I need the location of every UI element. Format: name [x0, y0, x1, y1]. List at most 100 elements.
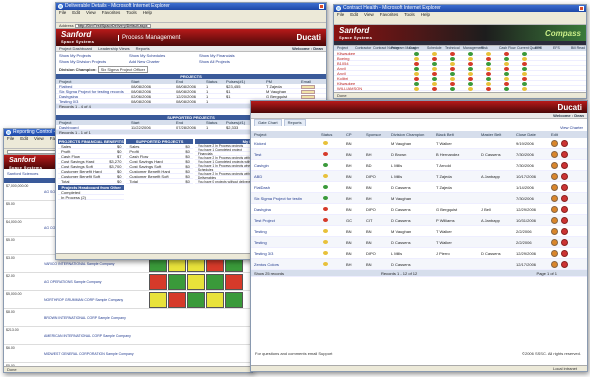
- tab[interactable]: Reports: [283, 119, 306, 126]
- column-header[interactable]: Black Belt: [436, 131, 454, 138]
- project-link[interactable]: Test Project: [254, 215, 275, 226]
- delete-button[interactable]: [561, 261, 568, 268]
- health-dot: [432, 76, 437, 81]
- project-row[interactable]: ABD BN DIPO L Mills T Zajeda A Janbapp 10/17/2…: [251, 171, 587, 182]
- edit-button[interactable]: [301, 94, 315, 99]
- project-link[interactable]: ABD: [254, 171, 262, 182]
- window-titlebar[interactable]: Contract Health - Microsoft Internet Exp…: [334, 5, 586, 12]
- held-row: In Process (2): [58, 195, 125, 200]
- project-link[interactable]: Zentos Colors: [254, 259, 279, 270]
- edit-button[interactable]: [551, 151, 558, 158]
- project-row[interactable]: Kicked BN M Vaughan T Walker 9/19/2006: [251, 138, 587, 149]
- delete-button[interactable]: [561, 162, 568, 169]
- tab[interactable]: Gate Chart: [254, 119, 282, 126]
- menu-item[interactable]: Edit: [72, 10, 80, 15]
- health-dot: [522, 86, 527, 91]
- edit-button[interactable]: [551, 206, 558, 213]
- delete-button[interactable]: [561, 140, 568, 147]
- project-row[interactable]: Dashgina BN DIPO D Cassens G Bergquist J Bell…: [251, 204, 587, 215]
- project-row[interactable]: Test Project GC CIT D Cassens P Williams A Ja…: [251, 215, 587, 226]
- project-link[interactable]: Testing: [254, 237, 267, 248]
- edit-button[interactable]: [551, 184, 558, 191]
- sanford-logo: Sanford Space Systems: [61, 30, 95, 45]
- column-header[interactable]: Close Date: [516, 131, 536, 138]
- column-header[interactable]: Division Champion: [391, 131, 424, 138]
- window-titlebar[interactable]: Deliverable Details - Microsoft Internet…: [56, 3, 326, 10]
- edit-button[interactable]: [551, 239, 558, 246]
- project-row[interactable]: Zentos Colors BH BN D Cassens 12/17/2006: [251, 259, 587, 270]
- health-dot: [522, 66, 527, 71]
- quick-link[interactable]: Show My Division Projects: [59, 59, 106, 64]
- project-link[interactable]: Testing: [254, 226, 267, 237]
- project-row[interactable]: Six Sigma Project for testin BH BH M Vaugha…: [251, 193, 587, 204]
- contractor-row[interactable]: $2.00 AG OPERATIONS Sample Company: [4, 273, 252, 291]
- edit-button[interactable]: [551, 261, 558, 268]
- project-row[interactable]: Cashgin BH BD L Mills T Arnold 7/30/2006: [251, 160, 587, 171]
- quick-link[interactable]: Show My Financials: [199, 53, 235, 58]
- edit-button[interactable]: [551, 195, 558, 202]
- health-dot: [522, 56, 527, 61]
- edit-button[interactable]: [551, 250, 558, 257]
- project-row[interactable]: Testing BN BN D Cassens T Walker 2/2/2006: [251, 237, 587, 248]
- menu-item[interactable]: Tools: [126, 10, 137, 15]
- status-dot: [323, 251, 328, 255]
- delete-button[interactable]: [561, 184, 568, 191]
- delete-button[interactable]: [561, 217, 568, 224]
- menu-item[interactable]: Help: [143, 10, 152, 15]
- quick-link[interactable]: Add New Charter: [129, 59, 160, 64]
- column-header[interactable]: Master Belt: [481, 131, 501, 138]
- contractor-row[interactable]: $8.00 BROWN INTERNATIONAL CORP Sample Com…: [4, 309, 252, 327]
- delete-button[interactable]: [561, 173, 568, 180]
- edit-button[interactable]: [301, 89, 315, 94]
- project-row[interactable]: FlatDash BN BN D Cassens T Zajeda 1/14/2006: [251, 182, 587, 193]
- contractor-row[interactable]: $213.00 AMERICAN INTERNATIONAL CORP Sampl…: [4, 327, 252, 345]
- edit-button[interactable]: [551, 217, 558, 224]
- nav-item[interactable]: Reports: [136, 46, 150, 51]
- edit-button[interactable]: [551, 228, 558, 235]
- quick-link[interactable]: Show My Schedules: [129, 53, 165, 58]
- edit-button[interactable]: [301, 84, 315, 89]
- delete-button[interactable]: [561, 250, 568, 257]
- status-dot: [323, 240, 328, 244]
- project-link[interactable]: FlatDash: [254, 182, 270, 193]
- column-header[interactable]: Edit: [551, 131, 558, 138]
- nav-item[interactable]: Project Dashboard: [59, 46, 92, 51]
- project-link[interactable]: Cashgin: [254, 160, 269, 171]
- health-dot: [486, 81, 491, 86]
- quick-link[interactable]: Show All Projects: [199, 59, 230, 64]
- status-dot: [323, 262, 328, 266]
- contractor-row[interactable]: $6.00 MIDWEST GENERAL CORPORATION Sample …: [4, 345, 252, 363]
- nav-item[interactable]: Leadership Views: [98, 46, 130, 51]
- toolbar[interactable]: [56, 16, 326, 23]
- project-link[interactable]: Testing 3/3: [254, 248, 273, 259]
- health-dot: [504, 66, 509, 71]
- health-dot: [450, 81, 455, 86]
- delete-button[interactable]: [561, 206, 568, 213]
- quick-link[interactable]: Show My Projects: [59, 53, 91, 58]
- delete-button[interactable]: [561, 239, 568, 246]
- delete-button[interactable]: [561, 151, 568, 158]
- status-cell: [206, 274, 224, 290]
- project-link[interactable]: Test: [254, 149, 261, 160]
- project-row[interactable]: Testing BN BN M Vaughan T Walker 2/2/2006: [251, 226, 587, 237]
- column-header[interactable]: Project: [254, 131, 266, 138]
- edit-button[interactable]: [551, 162, 558, 169]
- project-row[interactable]: Test BN BH D Brown B Hernandez D Cassens 7/30/…: [251, 149, 587, 160]
- column-header[interactable]: Sponsor: [366, 131, 381, 138]
- delete-button[interactable]: [561, 228, 568, 235]
- column-header[interactable]: Status: [321, 131, 332, 138]
- division-select[interactable]: Six Sigma Project Officer: [97, 66, 149, 73]
- project-row[interactable]: Testing 3/3 BN DIPO L Mills J Pierro D Cassen…: [251, 248, 587, 259]
- project-link[interactable]: Dashgina: [254, 204, 271, 215]
- menu-item[interactable]: File: [59, 10, 66, 15]
- project-link[interactable]: Six Sigma Project for testin: [254, 193, 302, 204]
- delete-button[interactable]: [561, 195, 568, 202]
- project-list-window: Ducati Welcome : Dean Gate Chart Reports …: [250, 100, 588, 372]
- menu-item[interactable]: View: [86, 10, 96, 15]
- contractor-row[interactable]: $5,000.00 NORTHROP GRUMMAN CORP Sample Co…: [4, 291, 252, 309]
- menu-item[interactable]: Favorites: [102, 10, 121, 15]
- column-header[interactable]: CP: [346, 131, 352, 138]
- project-link[interactable]: Kicked: [254, 138, 266, 149]
- edit-button[interactable]: [551, 140, 558, 147]
- edit-button[interactable]: [551, 173, 558, 180]
